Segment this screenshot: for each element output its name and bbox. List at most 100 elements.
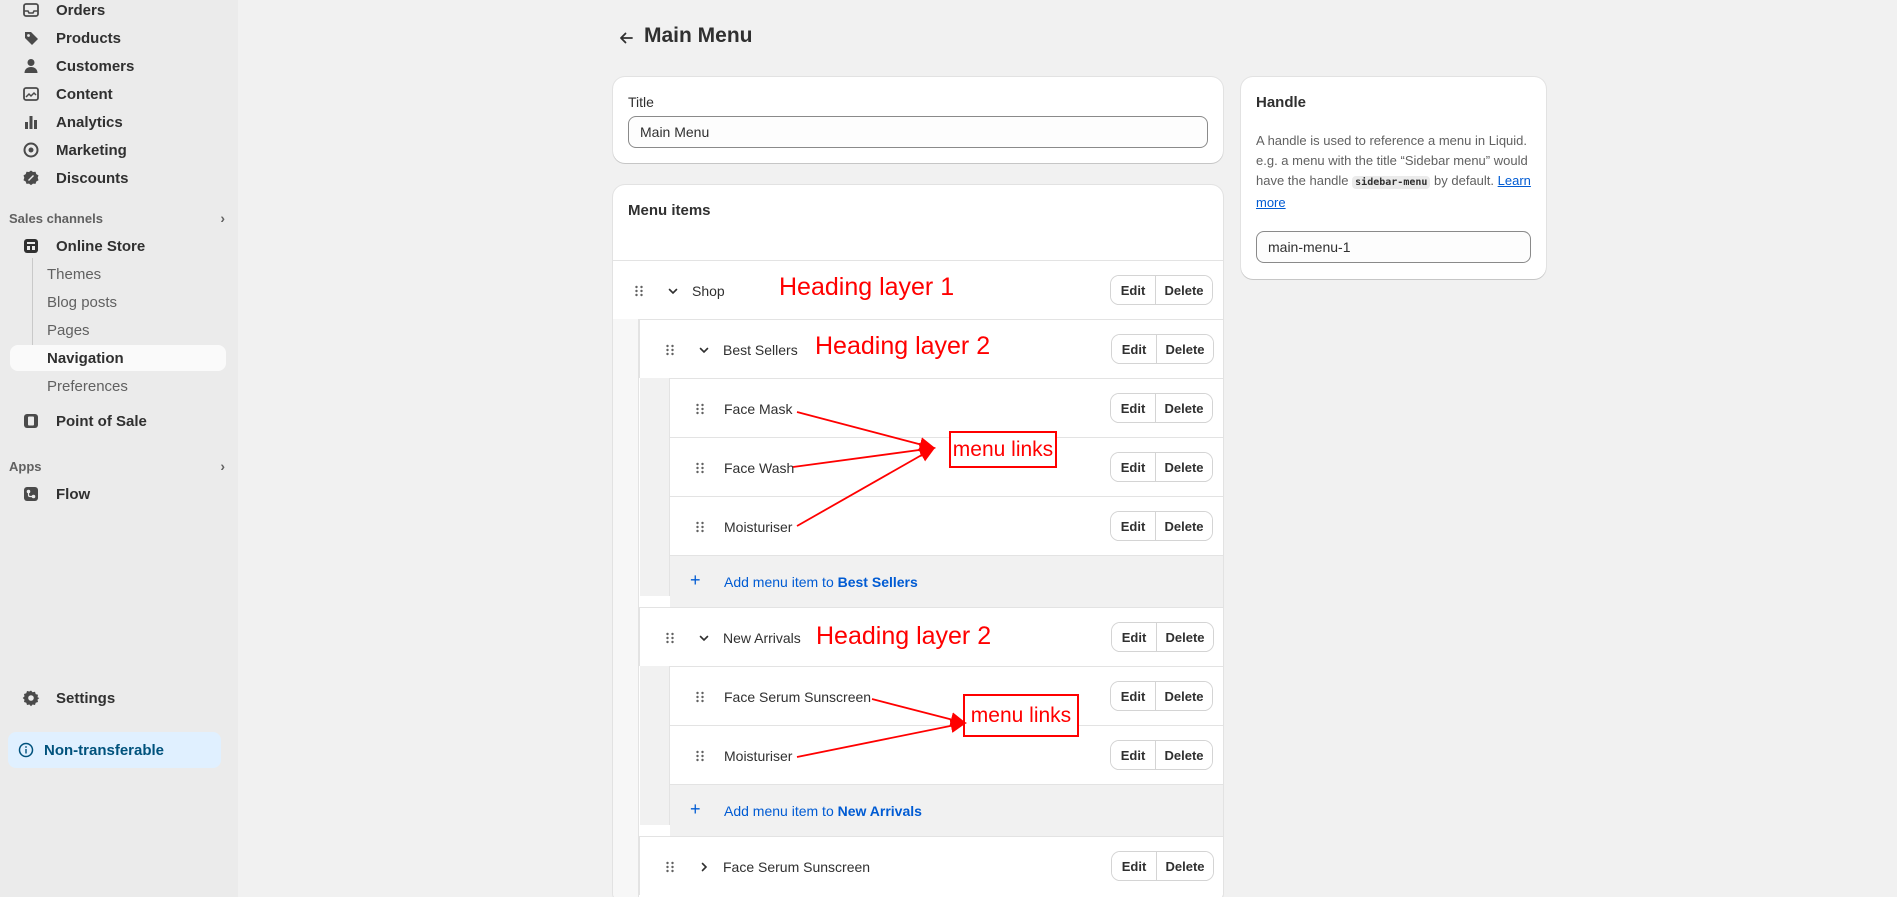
badge-label: Non-transferable <box>44 741 165 759</box>
sidebar-item-analytics[interactable]: Analytics <box>10 109 226 135</box>
menu-item-label[interactable]: Moisturiser <box>724 519 792 535</box>
delete-button[interactable]: Delete <box>1156 682 1212 710</box>
sidebar-subitem-themes[interactable]: Themes <box>10 261 226 287</box>
delete-button[interactable]: Delete <box>1157 623 1213 651</box>
title-input[interactable] <box>628 116 1208 148</box>
delete-button[interactable]: Delete <box>1156 453 1212 481</box>
sidebar-item-label: Products <box>56 29 122 47</box>
sidebar-subitem-label: Blog posts <box>47 293 118 311</box>
menu-item-label[interactable]: Shop <box>692 283 725 299</box>
sidebar-item-products[interactable]: Products <box>10 25 226 51</box>
edit-button[interactable]: Edit <box>1111 741 1156 769</box>
edit-button[interactable]: Edit <box>1111 512 1156 540</box>
target-icon <box>22 141 40 159</box>
delete-button[interactable]: Delete <box>1156 394 1212 422</box>
menu-item-label[interactable]: Best Sellers <box>723 342 798 358</box>
plus-icon[interactable]: + <box>690 799 701 820</box>
drag-handle-icon[interactable] <box>694 749 706 763</box>
info-icon <box>18 742 34 758</box>
sidebar-item-customers[interactable]: Customers <box>10 53 226 79</box>
annotation-heading-layer-1: Heading layer 1 <box>779 273 955 301</box>
edit-button[interactable]: Edit <box>1111 682 1156 710</box>
annotation-menu-links: menu links <box>963 694 1079 737</box>
edit-button[interactable]: Edit <box>1112 623 1157 651</box>
sidebar-item-flow[interactable]: Flow <box>10 481 226 507</box>
sidebar-item-settings[interactable]: Settings <box>10 685 226 711</box>
content-icon <box>22 85 40 103</box>
handle-input[interactable] <box>1256 231 1531 263</box>
menu-row-moisturiser: Moisturiser Edit Delete <box>670 496 1223 555</box>
menu-item-label[interactable]: Face Serum Sunscreen <box>724 689 871 705</box>
chevron-down-icon <box>668 288 678 295</box>
collapse-toggle[interactable] <box>696 630 712 646</box>
sidebar-item-point-of-sale[interactable]: Point of Sale <box>10 408 226 434</box>
chevron-down-icon <box>699 635 709 642</box>
drag-handle-icon[interactable] <box>664 860 676 874</box>
drag-handle-icon[interactable] <box>694 461 706 475</box>
handle-card: Handle A handle is used to reference a m… <box>1241 77 1546 279</box>
sidebar: Orders Products Customers Content Analyt… <box>0 0 238 897</box>
sidebar-item-marketing[interactable]: Marketing <box>10 137 226 163</box>
drag-handle-icon[interactable] <box>694 402 706 416</box>
row-actions: Edit Delete <box>1111 682 1212 710</box>
sidebar-subitem-preferences[interactable]: Preferences <box>10 373 226 399</box>
menu-item-label[interactable]: New Arrivals <box>723 630 801 646</box>
menu-item-label[interactable]: Moisturiser <box>724 748 792 764</box>
section-label: Apps <box>9 458 42 474</box>
plus-icon[interactable]: + <box>690 570 701 591</box>
menu-items-heading: Menu items <box>628 202 711 219</box>
add-menu-item-link[interactable]: Add menu item to Best Sellers <box>724 574 918 590</box>
back-button[interactable] <box>616 26 636 50</box>
delete-button[interactable]: Delete <box>1157 335 1213 363</box>
drag-handle-icon[interactable] <box>694 690 706 704</box>
row-actions: Edit Delete <box>1111 276 1212 304</box>
sidebar-subitem-label: Themes <box>47 265 102 283</box>
menu-item-label[interactable]: Face Wash <box>724 460 794 476</box>
edit-button[interactable]: Edit <box>1111 453 1156 481</box>
delete-button[interactable]: Delete <box>1156 276 1212 304</box>
delete-button[interactable]: Delete <box>1156 741 1212 769</box>
drag-handle-icon[interactable] <box>664 343 676 357</box>
drag-handle-icon[interactable] <box>664 631 676 645</box>
menu-row-face-serum-sunscreen: Face Serum Sunscreen Edit Delete <box>670 666 1223 725</box>
handle-desc-text: by default. <box>1434 173 1495 188</box>
sidebar-subitem-navigation[interactable]: Navigation <box>10 345 226 371</box>
collapse-toggle[interactable] <box>665 283 681 299</box>
add-item-row-new-arrivals: + Add menu item to New Arrivals <box>670 784 1223 836</box>
drag-handle-icon[interactable] <box>694 520 706 534</box>
handle-example-code: sidebar-menu <box>1352 176 1431 189</box>
tag-icon <box>22 29 40 47</box>
non-transferable-badge[interactable]: Non-transferable <box>8 732 221 768</box>
sidebar-subitem-blog-posts[interactable]: Blog posts <box>10 289 226 315</box>
add-menu-item-link[interactable]: Add menu item to New Arrivals <box>724 803 922 819</box>
add-item-row-best-sellers: + Add menu item to Best Sellers <box>670 555 1223 607</box>
row-actions: Edit Delete <box>1111 741 1212 769</box>
sidebar-item-label: Flow <box>56 485 91 503</box>
apps-section[interactable]: Apps › <box>9 455 229 477</box>
sidebar-item-label: Discounts <box>56 169 129 187</box>
edit-button[interactable]: Edit <box>1112 335 1157 363</box>
edit-button[interactable]: Edit <box>1111 394 1156 422</box>
sidebar-item-orders[interactable]: Orders <box>10 0 226 23</box>
expand-toggle[interactable] <box>696 859 712 875</box>
chevron-right-icon: › <box>220 210 225 226</box>
sidebar-item-content[interactable]: Content <box>10 81 226 107</box>
row-actions: Edit Delete <box>1111 512 1212 540</box>
edit-button[interactable]: Edit <box>1112 852 1157 880</box>
sidebar-item-online-store[interactable]: Online Store <box>10 233 226 259</box>
add-link-prefix: Add menu item to <box>724 574 834 590</box>
collapse-toggle[interactable] <box>696 342 712 358</box>
delete-button[interactable]: Delete <box>1156 512 1212 540</box>
delete-button[interactable]: Delete <box>1157 852 1213 880</box>
sidebar-item-label: Point of Sale <box>56 412 147 430</box>
annotation-heading-layer-2: Heading layer 2 <box>815 332 991 360</box>
drag-handle-icon[interactable] <box>633 284 645 298</box>
sidebar-subitem-pages[interactable]: Pages <box>10 317 226 343</box>
indent-gutter-2 <box>640 666 670 825</box>
annotation-heading-layer-2: Heading layer 2 <box>816 622 992 650</box>
sales-channels-section[interactable]: Sales channels › <box>9 207 229 229</box>
menu-item-label[interactable]: Face Serum Sunscreen <box>723 859 870 875</box>
edit-button[interactable]: Edit <box>1111 276 1156 304</box>
sidebar-item-discounts[interactable]: Discounts <box>10 165 226 191</box>
menu-item-label[interactable]: Face Mask <box>724 401 792 417</box>
